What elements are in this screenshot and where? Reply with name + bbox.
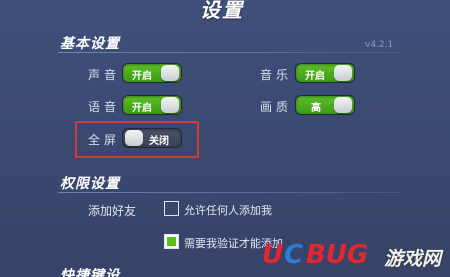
- toggle-knob: [125, 130, 143, 146]
- checkbox-fill: [167, 237, 176, 246]
- page-title: 设置: [200, 0, 244, 22]
- music-label: 音乐: [260, 68, 293, 82]
- section-divider: [58, 52, 400, 53]
- sound-toggle[interactable]: 开启: [122, 63, 182, 83]
- section-divider: [58, 192, 400, 193]
- sound-label: 声音: [88, 68, 121, 82]
- ucbug-watermark-logo: U C BUG 游戏网: [262, 236, 450, 277]
- watermark-u: U: [262, 240, 284, 270]
- quality-toggle-text: 高: [311, 103, 321, 114]
- allow-anyone-checkbox[interactable]: [164, 201, 179, 216]
- voice-toggle-text: 开启: [132, 103, 152, 114]
- fullscreen-label: 全屏: [88, 133, 121, 147]
- section-basic-settings: 基本设置: [60, 36, 120, 52]
- allow-anyone-label: 允许任何人添加我: [184, 204, 272, 217]
- watermark-bug: BUG: [306, 240, 369, 270]
- quality-toggle[interactable]: 高: [295, 95, 355, 115]
- watermark-suffix: 游戏网: [384, 248, 442, 270]
- fullscreen-toggle-text: 关闭: [149, 136, 169, 147]
- sound-toggle-text: 开启: [132, 71, 152, 82]
- toggle-knob: [161, 65, 179, 81]
- music-toggle-text: 开启: [305, 71, 325, 82]
- fullscreen-toggle[interactable]: 关闭: [122, 128, 182, 148]
- section-permissions: 权限设置: [60, 176, 120, 192]
- toggle-knob: [161, 97, 179, 113]
- toggle-knob: [334, 97, 352, 113]
- add-friend-label: 添加好友: [88, 204, 137, 218]
- version-label: v4.2.1: [365, 40, 394, 50]
- section-shortcuts: 快捷键设: [60, 268, 120, 277]
- voice-label: 语音: [88, 100, 121, 114]
- watermark-c: C: [284, 240, 304, 270]
- require-verification-checkbox[interactable]: [164, 234, 179, 249]
- music-toggle[interactable]: 开启: [295, 63, 355, 83]
- voice-toggle[interactable]: 开启: [122, 95, 182, 115]
- toggle-knob: [334, 65, 352, 81]
- settings-panel: 设置 基本设置 v4.2.1 声音 开启 音乐 开启 语音 开启 画质 高 全屏…: [0, 0, 450, 277]
- quality-label: 画质: [260, 100, 293, 114]
